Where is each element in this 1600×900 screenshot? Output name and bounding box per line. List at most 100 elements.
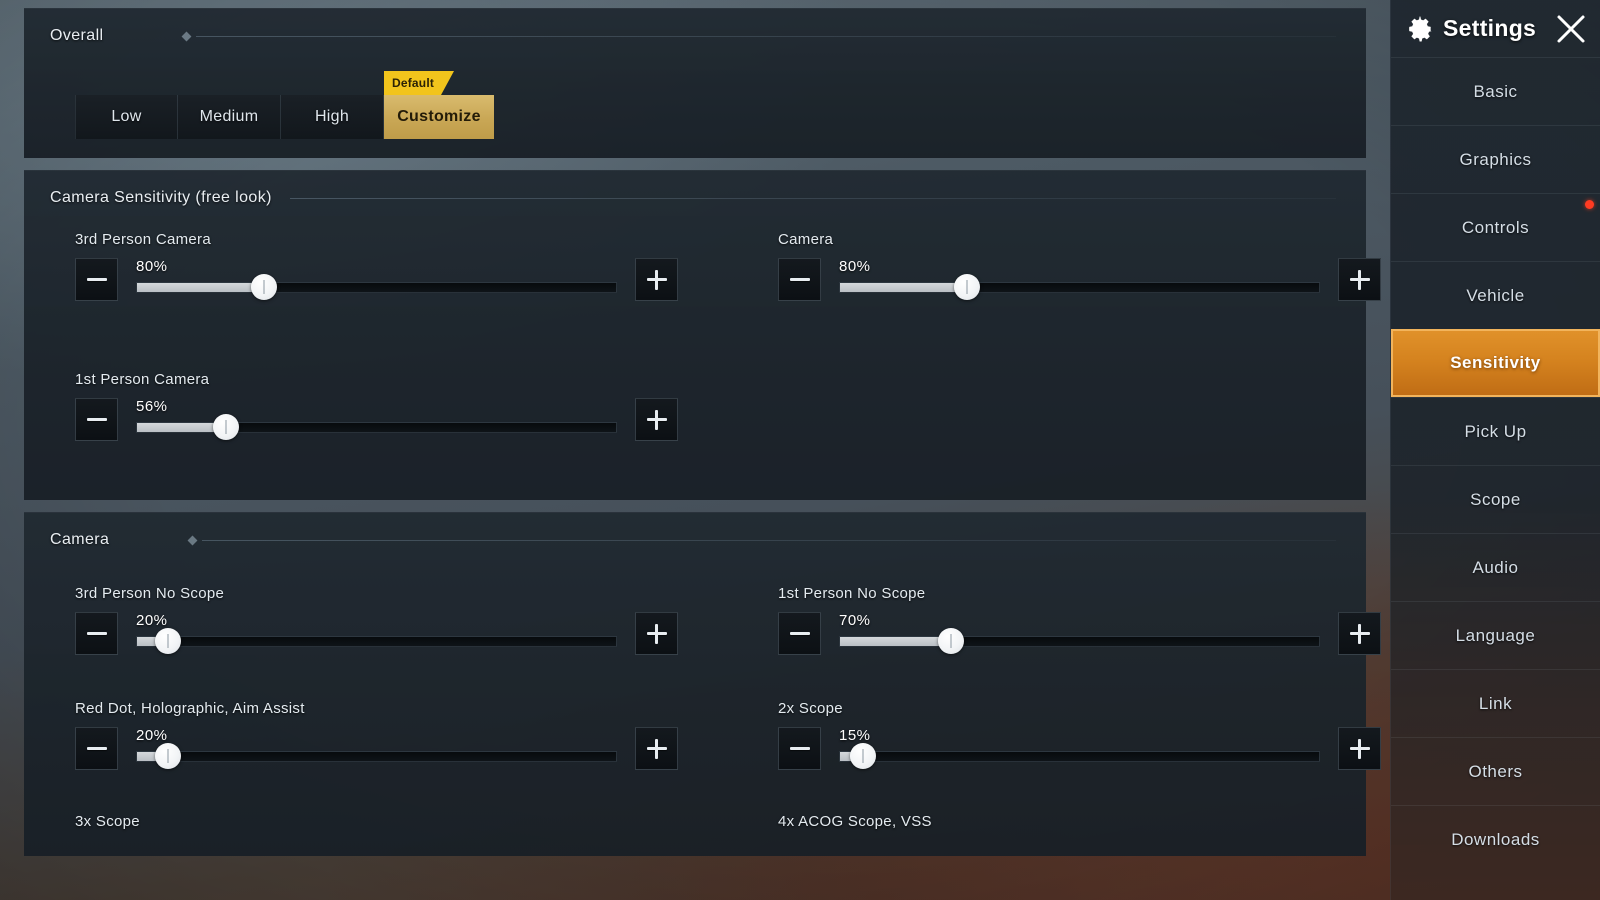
sidebar-title: Settings bbox=[1443, 15, 1537, 41]
sidebar-item-vehicle[interactable]: Vehicle bbox=[1391, 261, 1600, 329]
slider-handle[interactable] bbox=[155, 628, 182, 654]
minus-icon bbox=[789, 278, 810, 281]
sidebar-item-label: Vehicle bbox=[1466, 285, 1525, 305]
slider-fill bbox=[840, 637, 952, 646]
sidebar-item-basic[interactable]: Basic bbox=[1391, 57, 1600, 125]
increase-button[interactable] bbox=[635, 727, 678, 770]
setting-field-red-dot-holographic-aim-assist: Red Dot, Holographic, Aim Assist 20% bbox=[75, 700, 678, 770]
preset-label: Medium bbox=[199, 108, 259, 125]
increase-button[interactable] bbox=[635, 612, 678, 655]
increase-button[interactable] bbox=[635, 258, 678, 301]
slider[interactable]: 20% bbox=[136, 612, 617, 655]
plus-icon-vertical bbox=[1358, 269, 1361, 290]
slider-handle[interactable] bbox=[212, 414, 239, 440]
diamond-icon bbox=[182, 31, 192, 41]
sidebar-item-label: Downloads bbox=[1451, 829, 1540, 849]
sidebar-item-label: Controls bbox=[1461, 217, 1530, 237]
slider-handle[interactable] bbox=[155, 743, 182, 769]
camera-section-title: Camera bbox=[50, 531, 110, 548]
settings-sidebar: Settings Basic Graphics Controls Vehicle Sen… bbox=[1390, 0, 1600, 900]
slider-value: 20% bbox=[136, 727, 168, 744]
preset-button-customize[interactable]: Default Customize bbox=[384, 95, 494, 139]
notification-badge bbox=[1585, 200, 1594, 209]
free-look-panel: Camera Sensitivity (free look) 3rd Perso… bbox=[24, 170, 1381, 500]
preset-button-low[interactable]: Low bbox=[75, 95, 178, 139]
sidebar-item-downloads[interactable]: Downloads bbox=[1391, 805, 1600, 873]
slider-handle[interactable] bbox=[251, 274, 278, 300]
sidebar-item-label: Link bbox=[1478, 693, 1513, 713]
free-look-section-header: Camera Sensitivity (free look) bbox=[50, 187, 1336, 209]
setting-field-1st-person-no-scope: 1st Person No Scope 70% bbox=[778, 585, 1381, 655]
plus-icon-vertical bbox=[655, 738, 658, 759]
slider-track[interactable] bbox=[839, 636, 1320, 647]
section-divider bbox=[202, 539, 1336, 541]
slider-row: 15% bbox=[778, 727, 1381, 770]
field-label: 2x Scope bbox=[778, 700, 843, 717]
setting-field-camera: Camera 80% bbox=[778, 231, 1381, 301]
slider-value: 80% bbox=[839, 258, 871, 275]
slider-track[interactable] bbox=[839, 282, 1320, 293]
close-icon[interactable] bbox=[1554, 12, 1588, 46]
slider-track[interactable] bbox=[136, 282, 617, 293]
sidebar-item-pick-up[interactable]: Pick Up bbox=[1391, 397, 1600, 465]
overall-section-header: Overall bbox=[50, 25, 1336, 47]
slider-row: 80% bbox=[778, 258, 1381, 301]
minus-icon bbox=[789, 747, 810, 750]
sidebar-item-label: Graphics bbox=[1459, 149, 1532, 169]
decrease-button[interactable] bbox=[778, 612, 821, 655]
increase-button[interactable] bbox=[1338, 727, 1381, 770]
overall-panel: Overall Low Medium High Default Customize bbox=[24, 8, 1366, 158]
slider-value: 20% bbox=[136, 612, 168, 629]
preset-label: Customize bbox=[397, 108, 481, 125]
slider-value: 15% bbox=[839, 727, 871, 744]
sidebar-item-scope[interactable]: Scope bbox=[1391, 465, 1600, 533]
sidebar-item-graphics[interactable]: Graphics bbox=[1391, 125, 1600, 193]
field-label: Red Dot, Holographic, Aim Assist bbox=[75, 700, 305, 717]
slider[interactable]: 56% bbox=[136, 398, 617, 441]
slider-track[interactable] bbox=[136, 422, 617, 433]
minus-icon bbox=[86, 747, 107, 750]
section-divider bbox=[196, 35, 1336, 37]
free-look-section-title: Camera Sensitivity (free look) bbox=[50, 189, 272, 206]
slider[interactable]: 20% bbox=[136, 727, 617, 770]
slider-track[interactable] bbox=[136, 751, 617, 762]
slider-handle[interactable] bbox=[850, 743, 877, 769]
increase-button[interactable] bbox=[635, 398, 678, 441]
preset-label: Low bbox=[111, 108, 142, 125]
decrease-button[interactable] bbox=[75, 258, 118, 301]
slider-handle[interactable] bbox=[954, 274, 981, 300]
slider[interactable]: 70% bbox=[839, 612, 1320, 655]
overall-preset-group: Low Medium High Default Customize bbox=[75, 95, 494, 139]
gear-icon bbox=[1405, 14, 1435, 44]
slider-row: 56% bbox=[75, 398, 678, 441]
slider[interactable]: 15% bbox=[839, 727, 1320, 770]
decrease-button[interactable] bbox=[778, 258, 821, 301]
decrease-button[interactable] bbox=[778, 727, 821, 770]
sidebar-item-others[interactable]: Others bbox=[1391, 737, 1600, 805]
decrease-button[interactable] bbox=[75, 612, 118, 655]
plus-icon-vertical bbox=[655, 269, 658, 290]
field-label: 4x ACOG Scope, VSS bbox=[778, 813, 932, 830]
sidebar-item-label: Others bbox=[1468, 761, 1523, 781]
slider-track[interactable] bbox=[136, 636, 617, 647]
sidebar-item-label: Scope bbox=[1470, 489, 1521, 509]
increase-button[interactable] bbox=[1338, 612, 1381, 655]
sidebar-item-audio[interactable]: Audio bbox=[1391, 533, 1600, 601]
sidebar-item-controls[interactable]: Controls bbox=[1391, 193, 1600, 261]
sidebar-item-label: Audio bbox=[1472, 557, 1519, 577]
slider[interactable]: 80% bbox=[136, 258, 617, 301]
decrease-button[interactable] bbox=[75, 398, 118, 441]
camera-panel: Camera 3rd Person No Scope 20% 1st Person … bbox=[24, 512, 1381, 856]
sidebar-item-language[interactable]: Language bbox=[1391, 601, 1600, 669]
overall-section-title: Overall bbox=[50, 27, 104, 44]
preset-label: High bbox=[314, 108, 350, 125]
increase-button[interactable] bbox=[1338, 258, 1381, 301]
decrease-button[interactable] bbox=[75, 727, 118, 770]
slider-track[interactable] bbox=[839, 751, 1320, 762]
sidebar-item-link[interactable]: Link bbox=[1391, 669, 1600, 737]
slider-handle[interactable] bbox=[938, 628, 965, 654]
sidebar-item-sensitivity[interactable]: Sensitivity bbox=[1391, 329, 1600, 397]
preset-button-medium[interactable]: Medium bbox=[178, 95, 281, 139]
slider[interactable]: 80% bbox=[839, 258, 1320, 301]
preset-button-high[interactable]: High bbox=[281, 95, 384, 139]
